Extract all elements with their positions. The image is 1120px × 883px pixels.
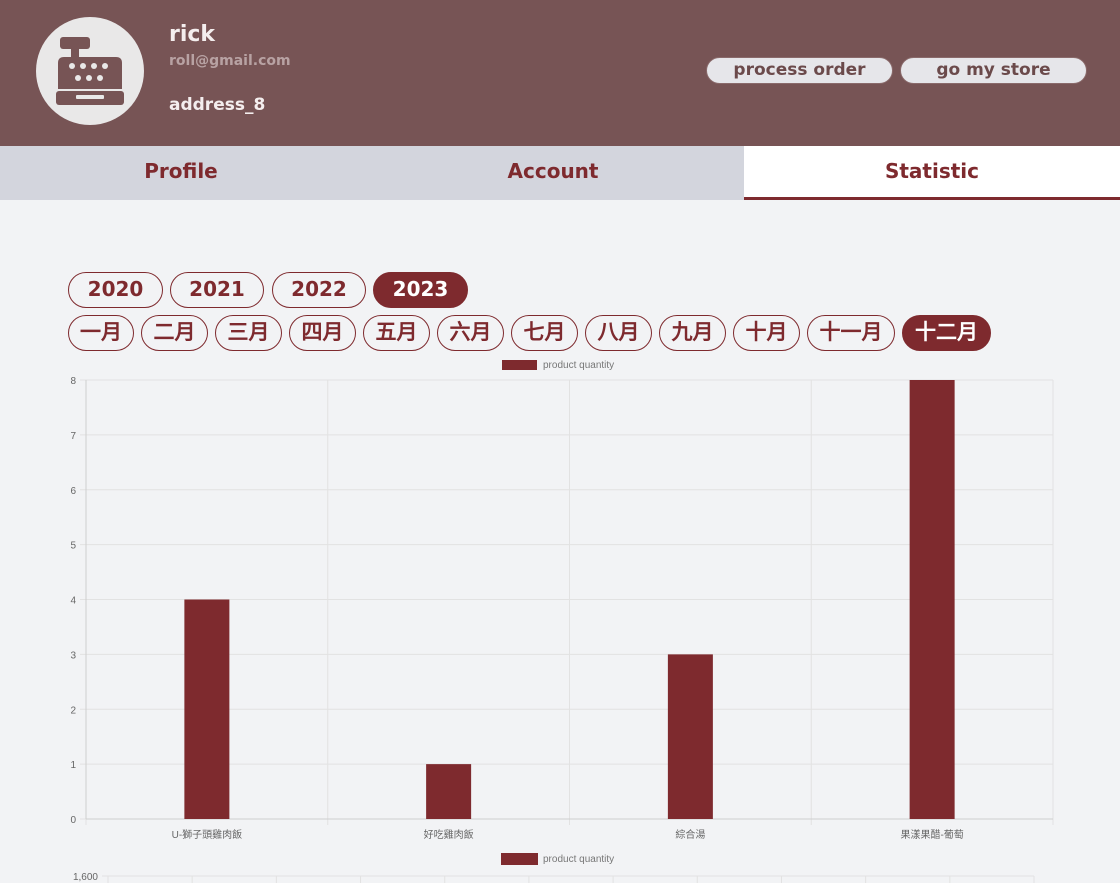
month-button-5[interactable]: 五月 [363, 315, 430, 351]
y-tick-label: 5 [70, 541, 76, 552]
year-button-2020[interactable]: 2020 [68, 272, 163, 308]
bar [184, 599, 230, 819]
y-tick-label: 8 [70, 376, 76, 387]
year-button-2022[interactable]: 2022 [272, 272, 366, 308]
tab-statistic[interactable]: Statistic [744, 146, 1120, 200]
legend-swatch [502, 360, 537, 370]
legend-swatch [501, 853, 538, 865]
legend-label: product quantity [543, 360, 614, 371]
year-button-2021[interactable]: 2021 [170, 272, 264, 308]
product-quantity-bar-chart-2: product quantity 1,600 [73, 853, 1035, 883]
y-tick-label: 2 [70, 705, 76, 716]
tab-profile[interactable]: Profile [0, 146, 362, 200]
year-button-2023[interactable]: 2023 [373, 272, 468, 308]
user-email: roll@gmail.com [169, 53, 291, 69]
x-tick-label: U-獅子頭雞肉飯 [172, 828, 243, 841]
bar [909, 380, 955, 819]
month-button-2[interactable]: 二月 [141, 315, 208, 351]
y-tick-label: 7 [70, 431, 76, 442]
y-tick-label: 1 [70, 760, 76, 771]
profile-tabs: Profile Account Statistic [0, 146, 1120, 200]
month-button-4[interactable]: 四月 [289, 315, 356, 351]
process-order-button[interactable]: process order [706, 57, 893, 84]
y-tick-label: 0 [70, 815, 76, 826]
month-button-9[interactable]: 九月 [659, 315, 726, 351]
chart-legend: product quantity [502, 360, 614, 371]
store-avatar [36, 17, 144, 125]
y-tick-label: 4 [70, 596, 76, 607]
store-header: rick roll@gmail.com address_8 process or… [0, 0, 1120, 146]
chart-legend: product quantity [501, 853, 614, 865]
bar [667, 654, 713, 819]
month-button-1[interactable]: 一月 [68, 315, 134, 351]
user-name: rick [169, 22, 216, 47]
legend-label: product quantity [543, 854, 614, 865]
bar [426, 764, 472, 819]
month-button-6[interactable]: 六月 [437, 315, 504, 351]
month-button-12[interactable]: 十二月 [902, 315, 991, 351]
month-button-7[interactable]: 七月 [511, 315, 578, 351]
go-my-store-button[interactable]: go my store [900, 57, 1087, 84]
month-button-3[interactable]: 三月 [215, 315, 282, 351]
x-tick-label: 綜合湯 [675, 828, 705, 841]
tab-account[interactable]: Account [362, 146, 744, 200]
month-button-8[interactable]: 八月 [585, 315, 652, 351]
x-tick-label: 果漾果醋-葡萄 [900, 828, 963, 841]
x-tick-label: 好吃雞肉飯 [424, 828, 474, 841]
y-tick-label: 1,600 [73, 872, 98, 883]
product-quantity-bar-chart: product quantity 0 1 2 3 4 5 6 7 8 U-獅子頭雞肉飯 好吃雞肉飯 綜合… [70, 360, 1054, 841]
user-address: address_8 [169, 95, 266, 115]
y-tick-label: 3 [70, 650, 76, 661]
month-button-11[interactable]: 十一月 [807, 315, 895, 351]
cash-register-icon [56, 37, 124, 105]
month-button-10[interactable]: 十月 [733, 315, 800, 351]
y-tick-label: 6 [70, 486, 76, 497]
